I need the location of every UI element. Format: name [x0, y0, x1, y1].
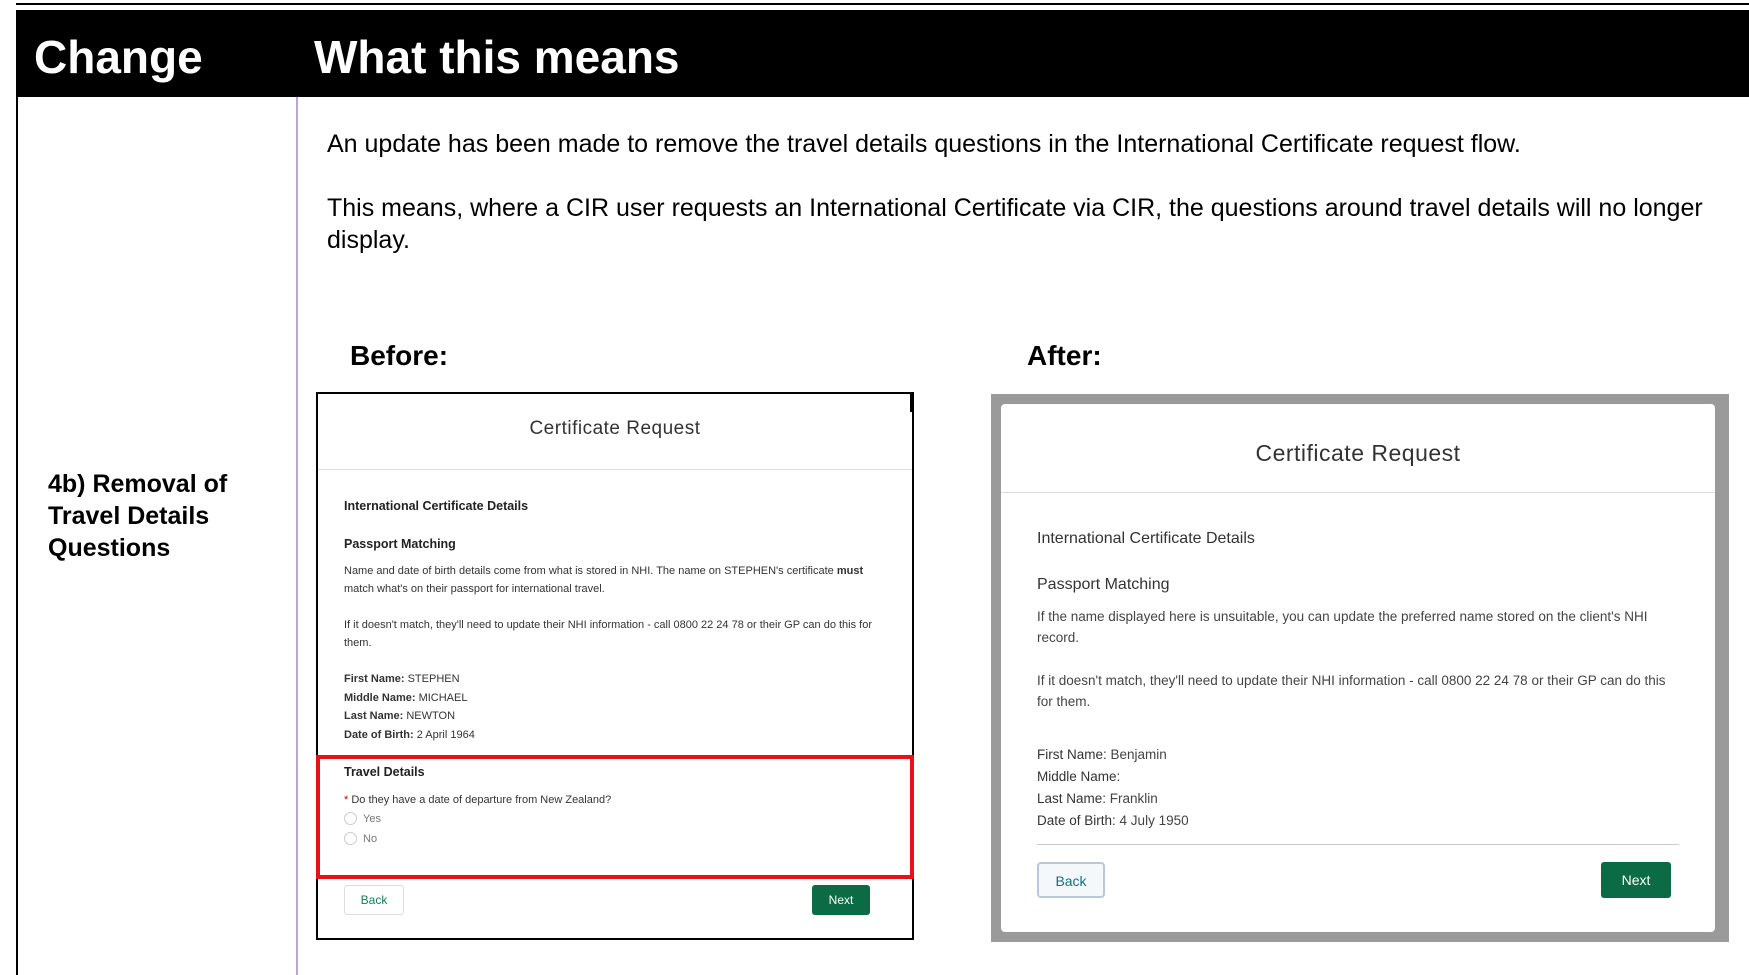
header-what-this-means: What this means: [314, 31, 680, 83]
travel-details-heading: Travel Details: [344, 765, 425, 779]
field-middle-name: Middle Name: MICHAEL: [344, 689, 475, 708]
change-label-line: Travel Details: [48, 502, 210, 530]
after-passport-note: If the name displayed here is unsuitable…: [1037, 609, 1648, 645]
before-section-heading: International Certificate Details: [344, 499, 529, 513]
radio-label: No: [363, 832, 378, 845]
field-label: Last Name:: [1037, 791, 1107, 806]
before-passport-heading: Passport Matching: [344, 537, 456, 551]
after-nhi-note: If it doesn't match, they'll need to upd…: [1037, 673, 1666, 709]
after-footer-divider: [1037, 844, 1679, 845]
after-caption: After:: [1027, 340, 1102, 371]
top-rule: [16, 3, 1749, 5]
before-back-button[interactable]: Back: [344, 885, 404, 915]
radio-yes[interactable]: Yes: [344, 812, 381, 825]
field-label: Date of Birth:: [344, 728, 414, 741]
table-left-border: [16, 97, 18, 975]
field-last-name: Last Name: Franklin: [1037, 788, 1189, 810]
required-marker: *: [344, 794, 349, 806]
field-label: First Name:: [344, 673, 405, 685]
description-paragraph-2: This means, where a CIR user requests an…: [327, 194, 1703, 254]
column-divider: [296, 97, 298, 975]
before-fields: First Name: STEPHEN Middle Name: MICHAEL…: [344, 670, 475, 744]
field-value: 2 April 1964: [413, 728, 475, 741]
after-modal-title: Certificate Request: [1255, 440, 1461, 466]
before-modal-title: Certificate Request: [529, 418, 701, 439]
field-label: First Name:: [1037, 747, 1107, 762]
before-title-divider: [318, 469, 912, 470]
before-screenshot: Certificate Request International Certif…: [316, 392, 914, 940]
field-label: Middle Name:: [344, 691, 416, 704]
description-paragraph-1: An update has been made to remove the tr…: [327, 130, 1521, 158]
field-date-of-birth: Date of Birth: 2 April 1964: [344, 726, 475, 745]
field-value: Franklin: [1106, 791, 1158, 806]
radio-label: Yes: [363, 812, 381, 825]
note-text: match what's on their passport for inter…: [344, 583, 605, 595]
radio-circle-icon[interactable]: [344, 832, 357, 845]
field-value: STEPHEN: [404, 673, 460, 685]
before-nhi-note: If it doesn't match, they'll need to upd…: [344, 619, 873, 649]
after-title-divider: [1001, 492, 1715, 493]
after-fields: First Name: Benjamin Middle Name: Last N…: [1037, 744, 1189, 832]
after-screenshot: Certificate Request International Certif…: [991, 394, 1729, 942]
field-value: MICHAEL: [415, 691, 468, 704]
change-label: 4b) Removal of Travel Details Questions: [48, 468, 278, 564]
field-first-name: First Name: Benjamin: [1037, 744, 1189, 766]
after-next-button[interactable]: Next: [1601, 862, 1671, 898]
table-header: Change What this means: [16, 10, 1749, 97]
radio-no[interactable]: No: [344, 832, 377, 845]
note-emphasis: must: [836, 565, 864, 577]
header-change: Change: [34, 31, 203, 83]
after-back-button[interactable]: Back: [1037, 862, 1105, 898]
field-label: Middle Name:: [1037, 769, 1121, 784]
after-passport-heading: Passport Matching: [1037, 576, 1170, 593]
before-caption: Before:: [350, 340, 449, 371]
change-label-line: Questions: [48, 534, 171, 562]
field-middle-name: Middle Name:: [1037, 766, 1189, 788]
field-date-of-birth: Date of Birth: 4 July 1950: [1037, 810, 1189, 832]
after-modal: Certificate Request International Certif…: [1001, 404, 1715, 932]
radio-circle-icon[interactable]: [344, 812, 357, 825]
field-value: 4 July 1950: [1115, 813, 1189, 828]
field-value: NEWTON: [403, 710, 456, 722]
after-section-heading: International Certificate Details: [1037, 530, 1255, 547]
question-text: Do they have a date of departure from Ne…: [351, 794, 612, 806]
note-text: Name and date of birth details come from…: [344, 565, 837, 577]
before-passport-note: Name and date of birth details come from…: [344, 562, 884, 598]
change-label-line: 4b) Removal of: [48, 470, 228, 498]
field-value: Benjamin: [1106, 747, 1167, 762]
before-next-button[interactable]: Next: [812, 885, 870, 915]
field-last-name: Last Name: NEWTON: [344, 707, 475, 726]
field-first-name: First Name: STEPHEN: [344, 670, 475, 689]
field-label: Last Name:: [344, 710, 404, 722]
departure-question: * Do they have a date of departure from …: [344, 791, 611, 809]
field-label: Date of Birth:: [1037, 813, 1116, 828]
